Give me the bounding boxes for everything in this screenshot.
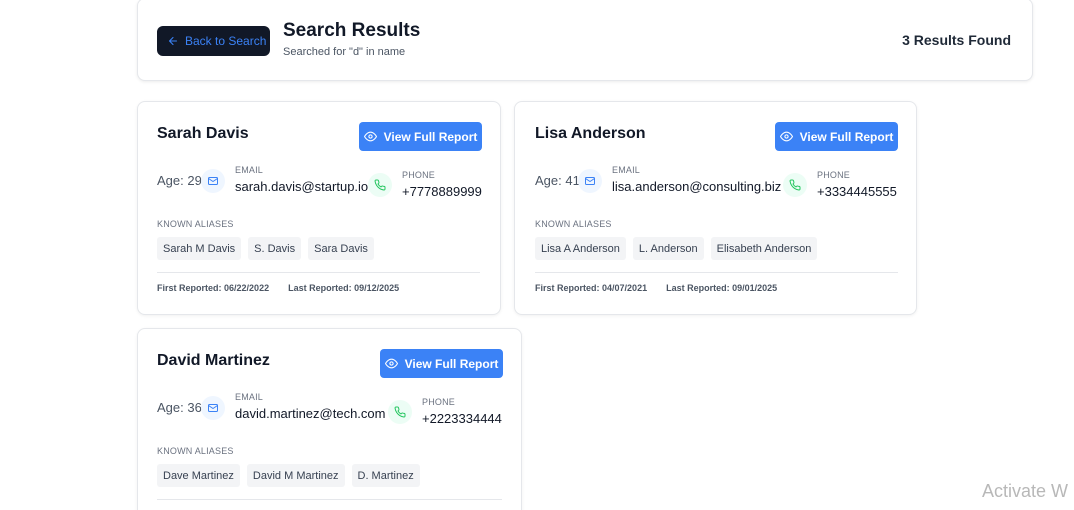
view-full-report-label: View Full Report (404, 356, 499, 371)
email-label: EMAIL (612, 165, 641, 175)
person-name: Sarah Davis (157, 125, 249, 142)
alias-chip: David M Martinez (246, 464, 345, 487)
back-to-search-button[interactable]: Back to Search (157, 26, 270, 56)
alias-chip: Lisa A Anderson (535, 237, 626, 260)
email-label: EMAIL (235, 392, 264, 402)
email-label: EMAIL (235, 165, 264, 175)
phone-label: PHONE (817, 170, 851, 180)
last-reported-label: Last Reported: (288, 283, 352, 293)
first-reported-label: First Reported: (157, 283, 222, 293)
report-dates: First Reported: 06/22/2022 Last Reported… (157, 283, 399, 293)
person-age: Age: 29 (157, 173, 202, 188)
phone-icon (368, 173, 392, 197)
known-aliases-label: KNOWN ALIASES (157, 219, 234, 229)
card-divider (535, 272, 898, 273)
phone-icon (388, 400, 412, 424)
last-reported: Last Reported: 09/01/2025 (666, 283, 777, 293)
alias-chip: Sara Davis (308, 237, 374, 260)
page-title: Search Results (283, 20, 421, 41)
first-reported-date: 04/07/2021 (602, 283, 648, 293)
last-reported-label: Last Reported: (666, 283, 730, 293)
view-full-report-button[interactable]: View Full Report (775, 122, 898, 151)
first-reported: First Reported: 06/22/2022 (157, 283, 269, 293)
known-aliases-label: KNOWN ALIASES (157, 446, 234, 456)
person-name: Lisa Anderson (535, 125, 646, 142)
alias-chip: D. Martinez (351, 464, 420, 487)
email-value: lisa.anderson@consulting.biz (612, 179, 782, 194)
person-age: Age: 41 (535, 173, 580, 188)
result-card: David Martinez View Full Report Age: 36 … (137, 328, 522, 510)
back-to-search-label: Back to Search (185, 34, 267, 48)
alias-list: Lisa A Anderson L. Anderson Elisabeth An… (535, 237, 818, 260)
page: Back to Search Search Results Searched f… (0, 0, 1074, 510)
last-reported-date: 09/12/2025 (354, 283, 400, 293)
result-card: Sarah Davis View Full Report Age: 29 EMA… (137, 101, 501, 315)
mail-icon (578, 169, 602, 193)
result-count: 3 Results Found (902, 32, 1011, 48)
view-full-report-button[interactable]: View Full Report (359, 122, 482, 151)
alias-chip: Elisabeth Anderson (710, 237, 818, 260)
card-divider (157, 272, 480, 273)
alias-chip: Dave Martinez (157, 464, 240, 487)
first-reported-date: 06/22/2022 (224, 283, 270, 293)
view-full-report-label: View Full Report (383, 129, 478, 144)
person-name: David Martinez (157, 352, 270, 369)
phone-value: +7778889999 (402, 184, 482, 199)
phone-label: PHONE (402, 170, 436, 180)
search-query-subtitle: Searched for "d" in name (283, 46, 406, 58)
phone-value: +3334445555 (817, 184, 897, 199)
alias-chip: L. Anderson (632, 237, 704, 260)
alias-list: Sarah M Davis S. Davis Sara Davis (157, 237, 374, 260)
eye-icon (384, 358, 398, 369)
mail-icon (201, 169, 225, 193)
alias-list: Dave Martinez David M Martinez D. Martin… (157, 464, 420, 487)
arrow-left-icon (168, 36, 178, 46)
result-card: Lisa Anderson View Full Report Age: 41 E… (514, 101, 917, 315)
phone-value: +2223334444 (422, 411, 502, 426)
phone-icon (783, 173, 807, 197)
email-value: david.martinez@tech.com (235, 406, 386, 421)
last-reported-date: 09/01/2025 (732, 283, 778, 293)
person-age: Age: 36 (157, 400, 202, 415)
phone-label: PHONE (422, 397, 456, 407)
alias-chip: Sarah M Davis (157, 237, 242, 260)
card-divider (157, 499, 502, 500)
results-header: Back to Search Search Results Searched f… (137, 0, 1033, 81)
eye-icon (779, 131, 793, 142)
email-value: sarah.davis@startup.io (235, 179, 369, 194)
known-aliases-label: KNOWN ALIASES (535, 219, 612, 229)
alias-chip: S. Davis (248, 237, 302, 260)
view-full-report-button[interactable]: View Full Report (380, 349, 503, 378)
report-dates: First Reported: 04/07/2021 Last Reported… (535, 283, 777, 293)
last-reported: Last Reported: 09/12/2025 (288, 283, 399, 293)
windows-activation-watermark: Activate W (982, 481, 1069, 501)
view-full-report-label: View Full Report (799, 129, 894, 144)
first-reported: First Reported: 04/07/2021 (535, 283, 647, 293)
mail-icon (201, 396, 225, 420)
first-reported-label: First Reported: (535, 283, 600, 293)
eye-icon (363, 131, 377, 142)
